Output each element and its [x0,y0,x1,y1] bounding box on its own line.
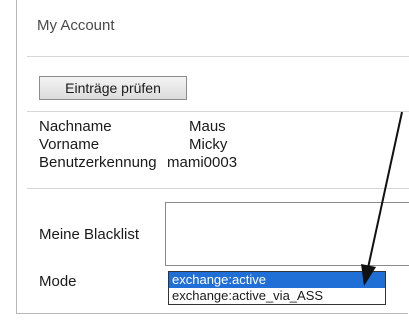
firstname-label: Vorname [39,136,100,153]
mode-label: Mode [39,273,77,290]
check-entries-button[interactable]: Einträge prüfen [39,76,187,100]
account-panel: My Account Einträge prüfen Nachname Maus… [16,0,409,314]
userid-value: mami0003 [167,154,238,171]
title-divider [27,56,409,57]
page-title: My Account [37,17,115,34]
mode-option-active[interactable]: exchange:active [169,272,385,288]
lastname-label: Nachname [39,118,112,135]
info-divider [27,188,409,189]
blacklist-label: Meine Blacklist [39,226,140,243]
mode-option-active-via-ass[interactable]: exchange:active_via_ASS [169,288,385,304]
blacklist-textarea[interactable] [165,202,409,266]
mode-select-dropdown[interactable]: exchange:active exchange:active_via_ASS [168,271,386,305]
userid-label: Benutzerkennung [39,154,157,171]
firstname-value: Micky [189,136,228,153]
lastname-value: Maus [189,118,226,135]
button-divider [27,111,409,112]
